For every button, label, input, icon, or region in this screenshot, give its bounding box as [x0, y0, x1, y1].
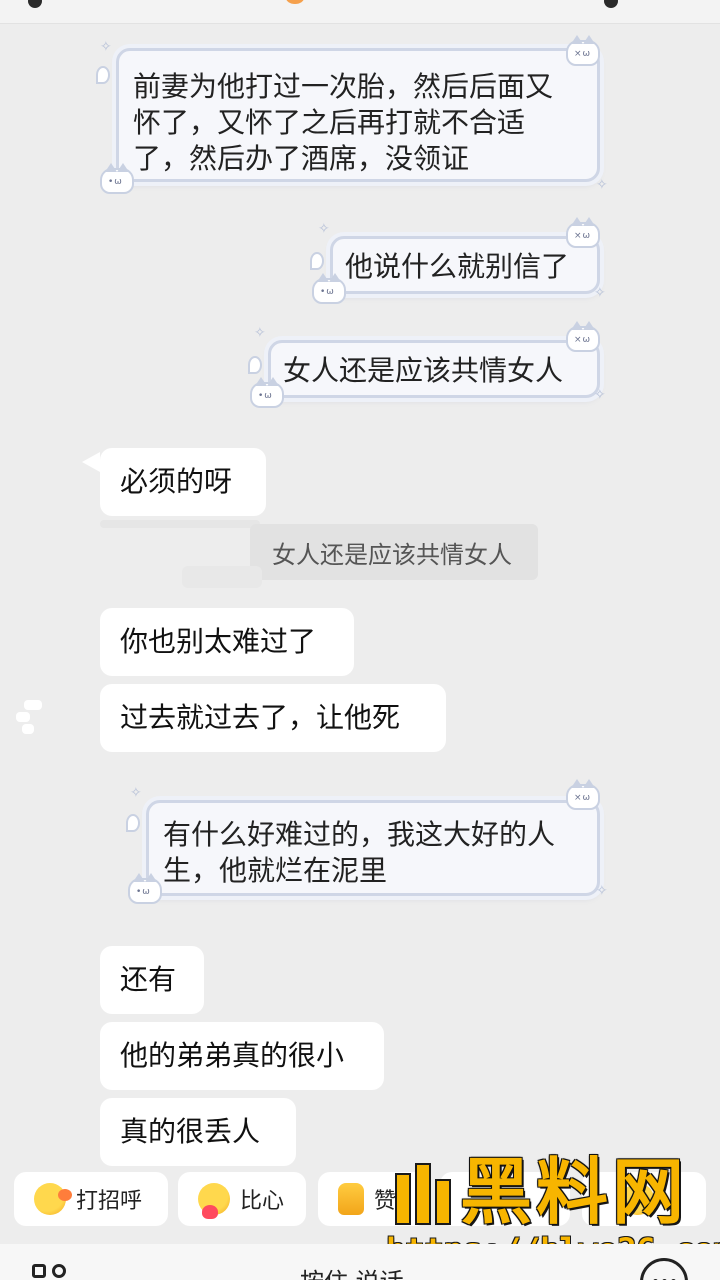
- received-message[interactable]: 过去就过去了，让他死: [100, 684, 446, 752]
- sent-message[interactable]: 他说什么就别信了: [330, 236, 600, 294]
- blurred-area: [182, 566, 262, 588]
- cat-icon: •ω: [100, 163, 134, 194]
- status-bar: [0, 0, 720, 24]
- message-text: 必须的呀: [120, 465, 233, 498]
- star-icon: ✧: [594, 285, 606, 301]
- status-icon: [28, 0, 42, 8]
- message-line: 有什么好难过的，我这大好的人: [163, 818, 556, 851]
- sent-message[interactable]: 前妻为他打过一次胎，然后后面又 怀了，又怀了之后再打就不合适 了，然后办了酒席，…: [116, 48, 600, 182]
- blurred-avatar: [14, 696, 44, 738]
- blurred-area: [100, 520, 260, 528]
- thumbs-up-icon: [338, 1183, 364, 1215]
- cat-icon: ×ω: [566, 35, 600, 66]
- message-line: 了，然后办了酒席，没领证: [133, 142, 470, 175]
- received-message[interactable]: 你也别太难过了: [100, 608, 354, 676]
- received-message[interactable]: 还有: [100, 946, 204, 1014]
- hold-to-talk-button[interactable]: 按住 说话: [300, 1262, 404, 1280]
- watermark-brand: 黑料网: [460, 1150, 689, 1234]
- wave-emoji-icon: [34, 1183, 72, 1215]
- received-message[interactable]: 他的弟弟真的很小: [100, 1022, 384, 1090]
- heart-emoji-icon: [198, 1183, 230, 1219]
- apps-icon[interactable]: [32, 1264, 72, 1280]
- cat-icon: •ω: [250, 377, 284, 408]
- sent-message[interactable]: 女人还是应该共情女人: [268, 340, 600, 398]
- leaf-icon: [310, 252, 324, 270]
- message-line: 前妻为他打过一次胎，然后后面又: [133, 70, 554, 103]
- quoted-message[interactable]: 女人还是应该共情女人: [250, 524, 538, 580]
- quick-label: 打招呼: [76, 1189, 143, 1214]
- message-text: 真的很丢人: [120, 1115, 261, 1148]
- star-icon: ✧: [254, 325, 266, 341]
- watermark-logo-icon: [395, 1163, 451, 1225]
- leaf-icon: [96, 66, 110, 84]
- cat-icon: •ω: [312, 273, 346, 304]
- star-icon: ✧: [100, 39, 112, 55]
- message-line: 生，他就烂在泥里: [163, 854, 388, 887]
- star-icon: ✧: [318, 221, 330, 237]
- message-text: 他的弟弟真的很小: [120, 1039, 345, 1072]
- sent-message[interactable]: 有什么好难过的，我这大好的人 生，他就烂在泥里: [146, 800, 600, 896]
- message-text: 你也别太难过了: [120, 625, 317, 658]
- star-icon: ✧: [596, 883, 608, 899]
- message-line: 怀了，又怀了之后再打就不合适: [133, 106, 526, 139]
- quick-greet-button[interactable]: 打招呼: [14, 1172, 168, 1226]
- status-indicator: [286, 0, 304, 4]
- quick-heart-button[interactable]: 比心: [178, 1172, 306, 1226]
- cat-icon: •ω: [128, 873, 162, 904]
- received-message[interactable]: 真的很丢人: [100, 1098, 296, 1166]
- leaf-icon: [126, 814, 140, 832]
- bubble-tail: [82, 452, 100, 472]
- quick-label: 比心: [240, 1189, 285, 1214]
- cat-icon: ×ω: [566, 321, 600, 352]
- message-text: 他说什么就别信了: [345, 250, 570, 283]
- status-icon: [604, 0, 618, 8]
- message-text: 还有: [120, 963, 177, 996]
- star-icon: ✧: [130, 785, 142, 801]
- message-text: 女人还是应该共情女人: [283, 354, 564, 387]
- star-icon: ✧: [596, 177, 608, 193]
- received-message[interactable]: 必须的呀: [100, 448, 266, 516]
- leaf-icon: [248, 356, 262, 374]
- message-text: 过去就过去了，让他死: [120, 701, 401, 734]
- cat-icon: ×ω: [566, 217, 600, 248]
- quote-text: 女人还是应该共情女人: [272, 540, 512, 569]
- star-icon: ✧: [594, 387, 606, 403]
- cat-icon: ×ω: [566, 779, 600, 810]
